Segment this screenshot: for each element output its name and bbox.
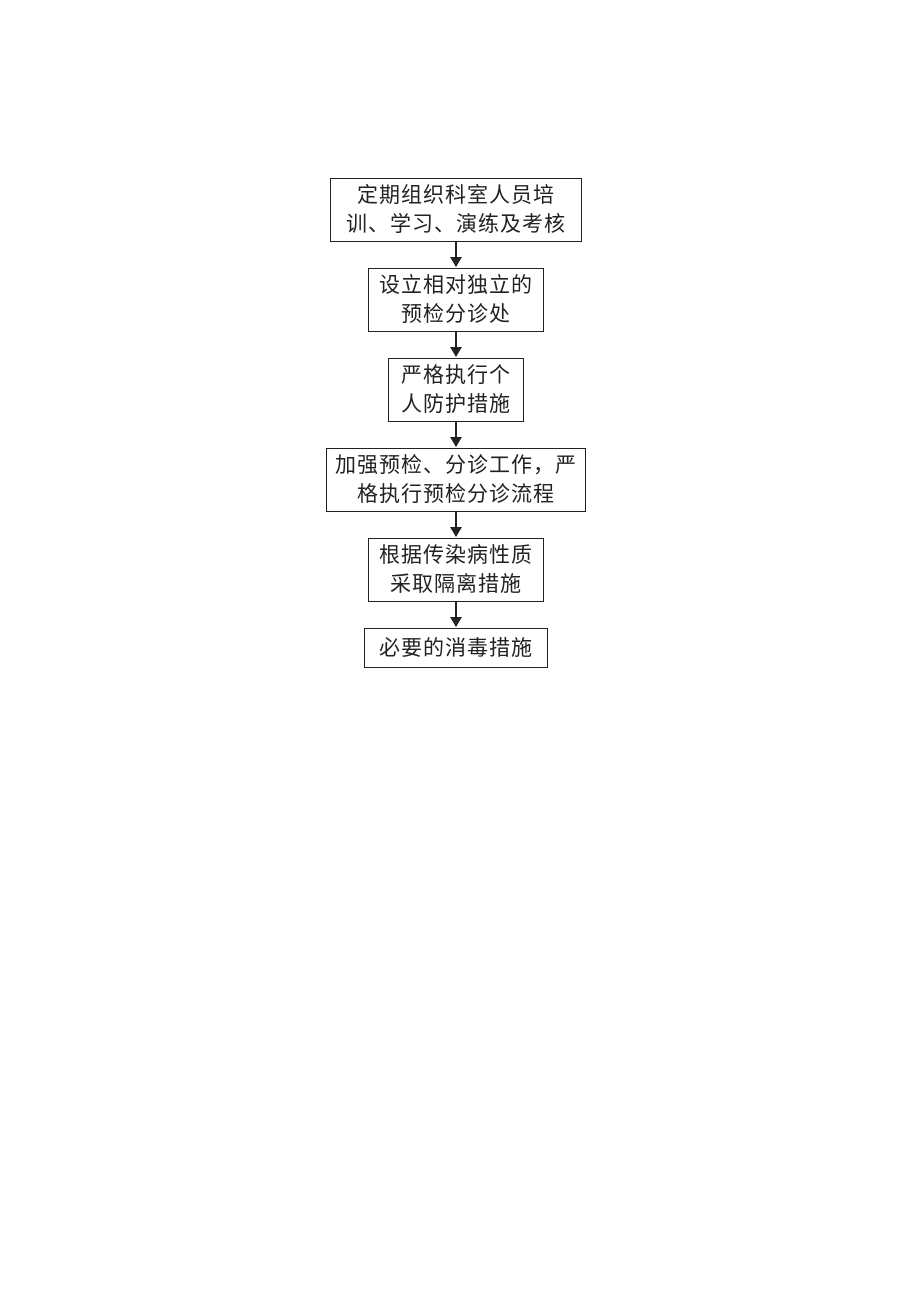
- step-box-6: 必要的消毒措施: [364, 628, 548, 668]
- step-text-2: 设立相对独立的预检分诊处: [377, 271, 535, 329]
- step-text-3: 严格执行个人防护措施: [397, 361, 515, 419]
- arrow-4-5: [455, 512, 457, 536]
- step-text-1: 定期组织科室人员培训、学习、演练及考核: [339, 181, 573, 239]
- step-text-4: 加强预检、分诊工作，严格执行预检分诊流程: [335, 451, 577, 509]
- step-box-4: 加强预检、分诊工作，严格执行预检分诊流程: [326, 448, 586, 512]
- step-box-2: 设立相对独立的预检分诊处: [368, 268, 544, 332]
- arrow-2-3: [455, 332, 457, 356]
- step-text-6: 必要的消毒措施: [379, 634, 533, 663]
- step-text-5: 根据传染病性质采取隔离措施: [377, 541, 535, 599]
- arrow-5-6: [455, 602, 457, 626]
- step-box-3: 严格执行个人防护措施: [388, 358, 524, 422]
- arrow-1-2: [455, 242, 457, 266]
- arrow-3-4: [455, 422, 457, 446]
- flowchart-canvas: 定期组织科室人员培训、学习、演练及考核 设立相对独立的预检分诊处 严格执行个人防…: [0, 0, 920, 1302]
- step-box-1: 定期组织科室人员培训、学习、演练及考核: [330, 178, 582, 242]
- step-box-5: 根据传染病性质采取隔离措施: [368, 538, 544, 602]
